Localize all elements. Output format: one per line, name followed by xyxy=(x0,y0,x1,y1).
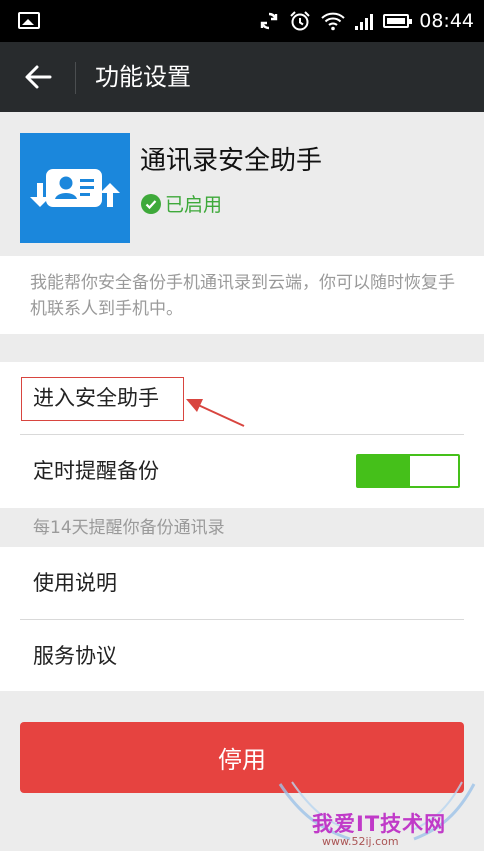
check-circle-icon xyxy=(141,193,161,214)
signal-icon xyxy=(355,12,374,30)
alarm-icon xyxy=(290,11,310,31)
status-text: 已启用 xyxy=(165,194,223,216)
title-divider xyxy=(75,62,76,94)
image-notification-icon xyxy=(18,12,40,29)
wifi-icon xyxy=(321,12,345,31)
app-description: 我能帮你安全备份手机通讯录到云端，你可以随时恢复手机联系人到手机中。 xyxy=(30,273,455,319)
status-bar: 08:44 xyxy=(0,0,484,42)
instructions-row[interactable]: 使用说明 xyxy=(0,547,484,619)
title-bar: 功能设置 xyxy=(0,42,484,112)
instructions-label: 使用说明 xyxy=(33,571,117,595)
watermark-url: www.52ij.com xyxy=(322,835,399,848)
reminder-hint: 每14天提醒你备份通讯录 xyxy=(33,518,225,538)
description-panel: 我能帮你安全备份手机通讯录到云端，你可以随时恢复手机联系人到手机中。 xyxy=(0,256,484,334)
scheduled-reminder-toggle[interactable] xyxy=(356,454,460,488)
arrow-left-icon xyxy=(25,65,52,89)
app-name: 通讯录安全助手 xyxy=(140,146,323,176)
highlight-box xyxy=(21,377,184,421)
toggle-on-indicator xyxy=(358,456,410,486)
contact-card-sync-icon xyxy=(20,133,130,243)
status-badge: 已启用 xyxy=(141,190,222,217)
annotation-arrow-icon xyxy=(186,399,245,427)
disable-label: 停用 xyxy=(218,746,266,774)
service-agreement-row[interactable]: 服务协议 xyxy=(0,620,484,692)
back-button[interactable] xyxy=(20,60,56,94)
status-icons: 08:44 xyxy=(259,0,474,42)
scheduled-reminder-label: 定时提醒备份 xyxy=(33,459,159,483)
battery-icon xyxy=(383,14,413,28)
status-time: 08:44 xyxy=(419,10,474,32)
service-agreement-label: 服务协议 xyxy=(33,644,117,668)
page-title: 功能设置 xyxy=(95,63,191,91)
links-group: 使用说明 服务协议 xyxy=(0,547,484,691)
watermark-text: 我爱IT技术网 xyxy=(312,812,447,836)
app-header: 通讯录安全助手 已启用 xyxy=(0,112,484,254)
sync-icon xyxy=(261,12,278,30)
